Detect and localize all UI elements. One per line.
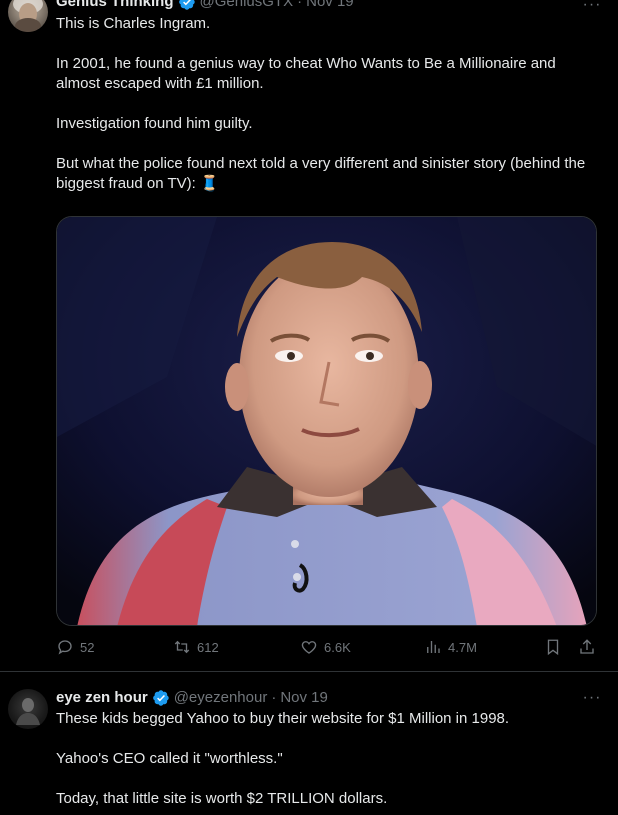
reply-icon xyxy=(58,640,72,655)
share-icon xyxy=(580,639,594,654)
tweet-paragraph: Investigation found him guilty. xyxy=(56,115,253,132)
tweet-paragraph: In 2001, he found a genius way to cheat … xyxy=(56,55,556,92)
tweet-paragraph: Yahoo's CEO called it "worthless." xyxy=(56,750,283,767)
share-button[interactable] xyxy=(578,638,596,656)
views-button[interactable]: 4.7M xyxy=(424,638,477,656)
heart-icon xyxy=(301,641,317,654)
retweet-count: 612 xyxy=(197,639,219,655)
tweet-paragraph: These kids begged Yahoo to buy their web… xyxy=(56,710,510,727)
reply-button[interactable]: 52 xyxy=(56,638,94,656)
verified-badge-icon xyxy=(178,0,195,10)
tweet-photo[interactable] xyxy=(56,216,597,626)
separator-dot: · xyxy=(297,0,303,10)
tweet-date[interactable]: Nov 19 xyxy=(306,0,354,11)
author-handle[interactable]: @eyezenhour xyxy=(174,689,268,707)
reply-count: 52 xyxy=(80,639,95,655)
tweet-paragraph: This is Charles Ingram. xyxy=(56,15,211,32)
separator-dot: · xyxy=(271,689,277,706)
retweet-icon xyxy=(174,640,190,654)
retweet-button[interactable]: 612 xyxy=(173,638,219,656)
tweet-paragraph: Today, that little site is worth $2 TRIL… xyxy=(56,790,388,807)
author-handle[interactable]: @GeniusGTX xyxy=(200,0,294,11)
tweet-actions: 52 612 6.6K 4.7M xyxy=(56,638,604,660)
more-options-icon[interactable]: ··· xyxy=(580,690,604,707)
tweet[interactable]: Genius Thinking @GeniusGTX · Nov 19 ··· … xyxy=(0,0,618,672)
tweet-header: eye zen hour @eyezenhour · Nov 19 xyxy=(56,689,328,707)
tweet-paragraph: But what the police found next told a ve… xyxy=(56,155,586,192)
tweet-text: These kids begged Yahoo to buy their web… xyxy=(56,709,604,809)
author-name[interactable]: eye zen hour xyxy=(56,689,148,707)
tweet-text: This is Charles Ingram. In 2001, he foun… xyxy=(56,14,604,194)
like-button[interactable]: 6.6K xyxy=(300,638,351,656)
more-options-icon[interactable]: ··· xyxy=(580,0,604,14)
avatar[interactable] xyxy=(8,0,48,32)
bookmark-icon xyxy=(547,639,559,656)
like-count: 6.6K xyxy=(324,639,351,655)
bookmark-button[interactable] xyxy=(544,638,562,656)
tweet[interactable]: eye zen hour @eyezenhour · Nov 19 ··· Th… xyxy=(0,673,618,815)
views-chart-icon xyxy=(427,641,440,653)
avatar[interactable] xyxy=(8,689,48,729)
tweet-header: Genius Thinking @GeniusGTX · Nov 19 xyxy=(56,0,354,11)
view-count: 4.7M xyxy=(448,639,477,655)
verified-badge-icon xyxy=(152,690,169,706)
tweet-date[interactable]: Nov 19 xyxy=(280,689,328,707)
author-name[interactable]: Genius Thinking xyxy=(56,0,174,11)
